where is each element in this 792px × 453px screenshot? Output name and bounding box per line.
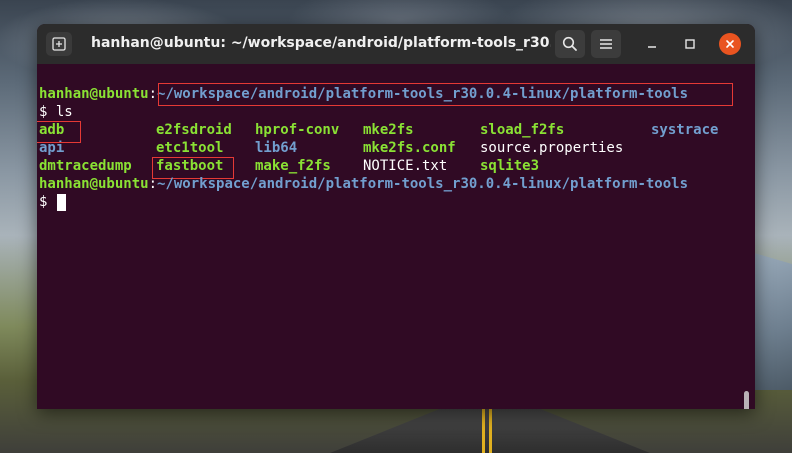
- terminal-area[interactable]: hanhan@ubuntu:~/workspace/android/platfo…: [37, 64, 755, 409]
- title-bar[interactable]: hanhan@ubuntu: ~/workspace/android/platf…: [37, 24, 755, 64]
- ls-entry: source.properties: [480, 140, 624, 156]
- ls-entry: make_f2fs: [255, 158, 331, 174]
- highlight-box: [158, 83, 733, 106]
- prompt-path: ~/workspace/android/platform-tools_r30.0…: [157, 176, 689, 192]
- prompt-user: hanhan@ubuntu: [39, 86, 149, 102]
- close-icon: [726, 40, 734, 48]
- menu-button[interactable]: [591, 30, 621, 58]
- ls-entry: e2fsdroid: [156, 122, 232, 138]
- ls-entry: sqlite3: [480, 158, 540, 174]
- new-tab-icon: [52, 37, 66, 51]
- ls-entry: lib64: [255, 140, 298, 156]
- minimize-button[interactable]: [642, 34, 662, 54]
- text-cursor: [57, 194, 66, 211]
- wallpaper-road-line: [489, 408, 492, 453]
- current-prompt-line: $: [39, 193, 56, 211]
- highlight-box: [37, 121, 81, 143]
- prompt-symbol: $: [39, 194, 56, 210]
- scrollbar[interactable]: [744, 391, 749, 409]
- new-tab-button[interactable]: [46, 32, 72, 56]
- prompt-separator: :: [148, 86, 158, 102]
- ls-entry: dmtracedump: [39, 158, 132, 174]
- search-button[interactable]: [555, 30, 585, 58]
- wallpaper-road-line: [482, 408, 485, 453]
- maximize-button[interactable]: [680, 34, 700, 54]
- ls-entry: mke2fs.conf: [363, 140, 456, 156]
- ls-entry: hprof-conv: [255, 122, 340, 138]
- close-button[interactable]: [719, 33, 741, 55]
- prompt-separator: :: [148, 176, 158, 192]
- command-text: ls: [55, 104, 73, 120]
- ls-entry: NOTICE.txt: [363, 158, 448, 174]
- prompt-symbol: $: [39, 104, 56, 120]
- prompt-user: hanhan@ubuntu: [39, 176, 149, 192]
- ls-entry: mke2fs: [363, 122, 414, 138]
- maximize-icon: [685, 39, 695, 49]
- window-title: hanhan@ubuntu: ~/workspace/android/platf…: [91, 35, 551, 51]
- ls-entry: systrace: [651, 122, 719, 138]
- ls-entry: etc1tool: [156, 140, 224, 156]
- search-icon: [562, 36, 577, 51]
- ls-entry: sload_f2fs: [480, 122, 565, 138]
- terminal-window[interactable]: hanhan@ubuntu: ~/workspace/android/platf…: [37, 24, 755, 409]
- prompt-line: hanhan@ubuntu:~/workspace/android/platfo…: [39, 175, 688, 193]
- hamburger-menu-icon: [600, 39, 612, 49]
- command-line: $ ls: [39, 103, 73, 121]
- minimize-icon: [648, 46, 656, 48]
